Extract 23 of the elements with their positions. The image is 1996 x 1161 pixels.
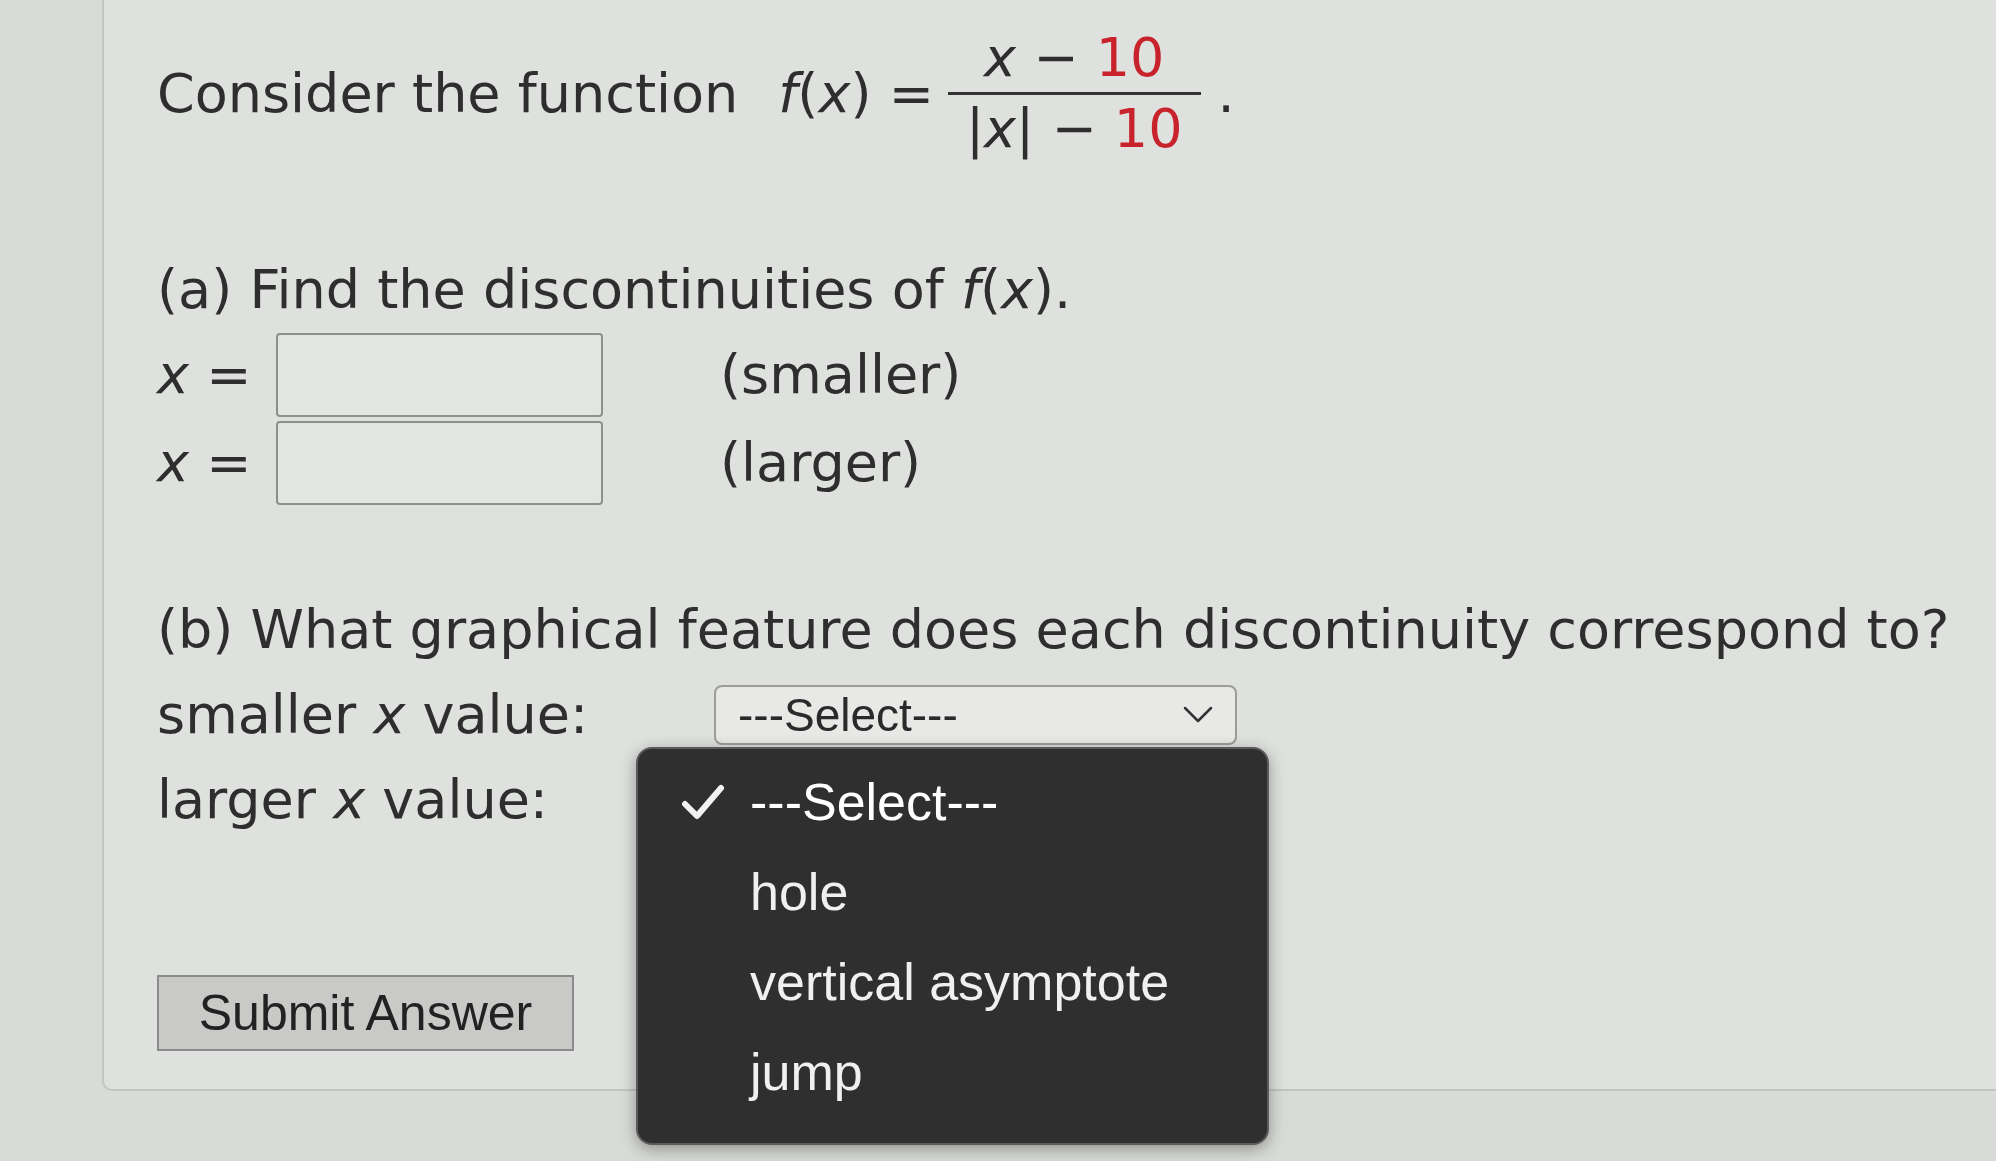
menu-option[interactable]: jump	[638, 1027, 1267, 1117]
menu-option[interactable]: hole	[638, 847, 1267, 937]
field-label: larger x value:	[157, 768, 549, 831]
menu-option[interactable]: vertical asymptote	[638, 937, 1267, 1027]
submit-button[interactable]: Submit Answer	[157, 975, 574, 1051]
function-notation: f(x) =	[778, 62, 934, 125]
answer-hint: (larger)	[720, 432, 922, 494]
variable-label: x =	[157, 432, 252, 494]
dropdown-select[interactable]: ---Select---	[714, 684, 1237, 745]
question-text: (a) Find the discontinuities of f(x).	[157, 259, 1073, 321]
field-label: smaller x value:	[157, 683, 589, 746]
answer-input[interactable]	[276, 421, 603, 505]
question-text: (b) What graphical feature does each discontinuity correspond to?	[157, 599, 1951, 661]
sentence-period: .	[1217, 62, 1235, 125]
answer-hint: (smaller)	[720, 344, 962, 406]
answer-input[interactable]	[276, 333, 603, 417]
fraction-denominator: |x| − 10	[964, 96, 1184, 160]
chevron-icon	[1183, 705, 1213, 724]
menu-option[interactable]: ---Select---	[638, 757, 1267, 847]
checkmark-icon	[681, 784, 725, 820]
prompt-text: Consider the function	[157, 62, 739, 125]
variable-label: x =	[157, 344, 252, 406]
fraction-numerator: x − 10	[982, 27, 1166, 91]
